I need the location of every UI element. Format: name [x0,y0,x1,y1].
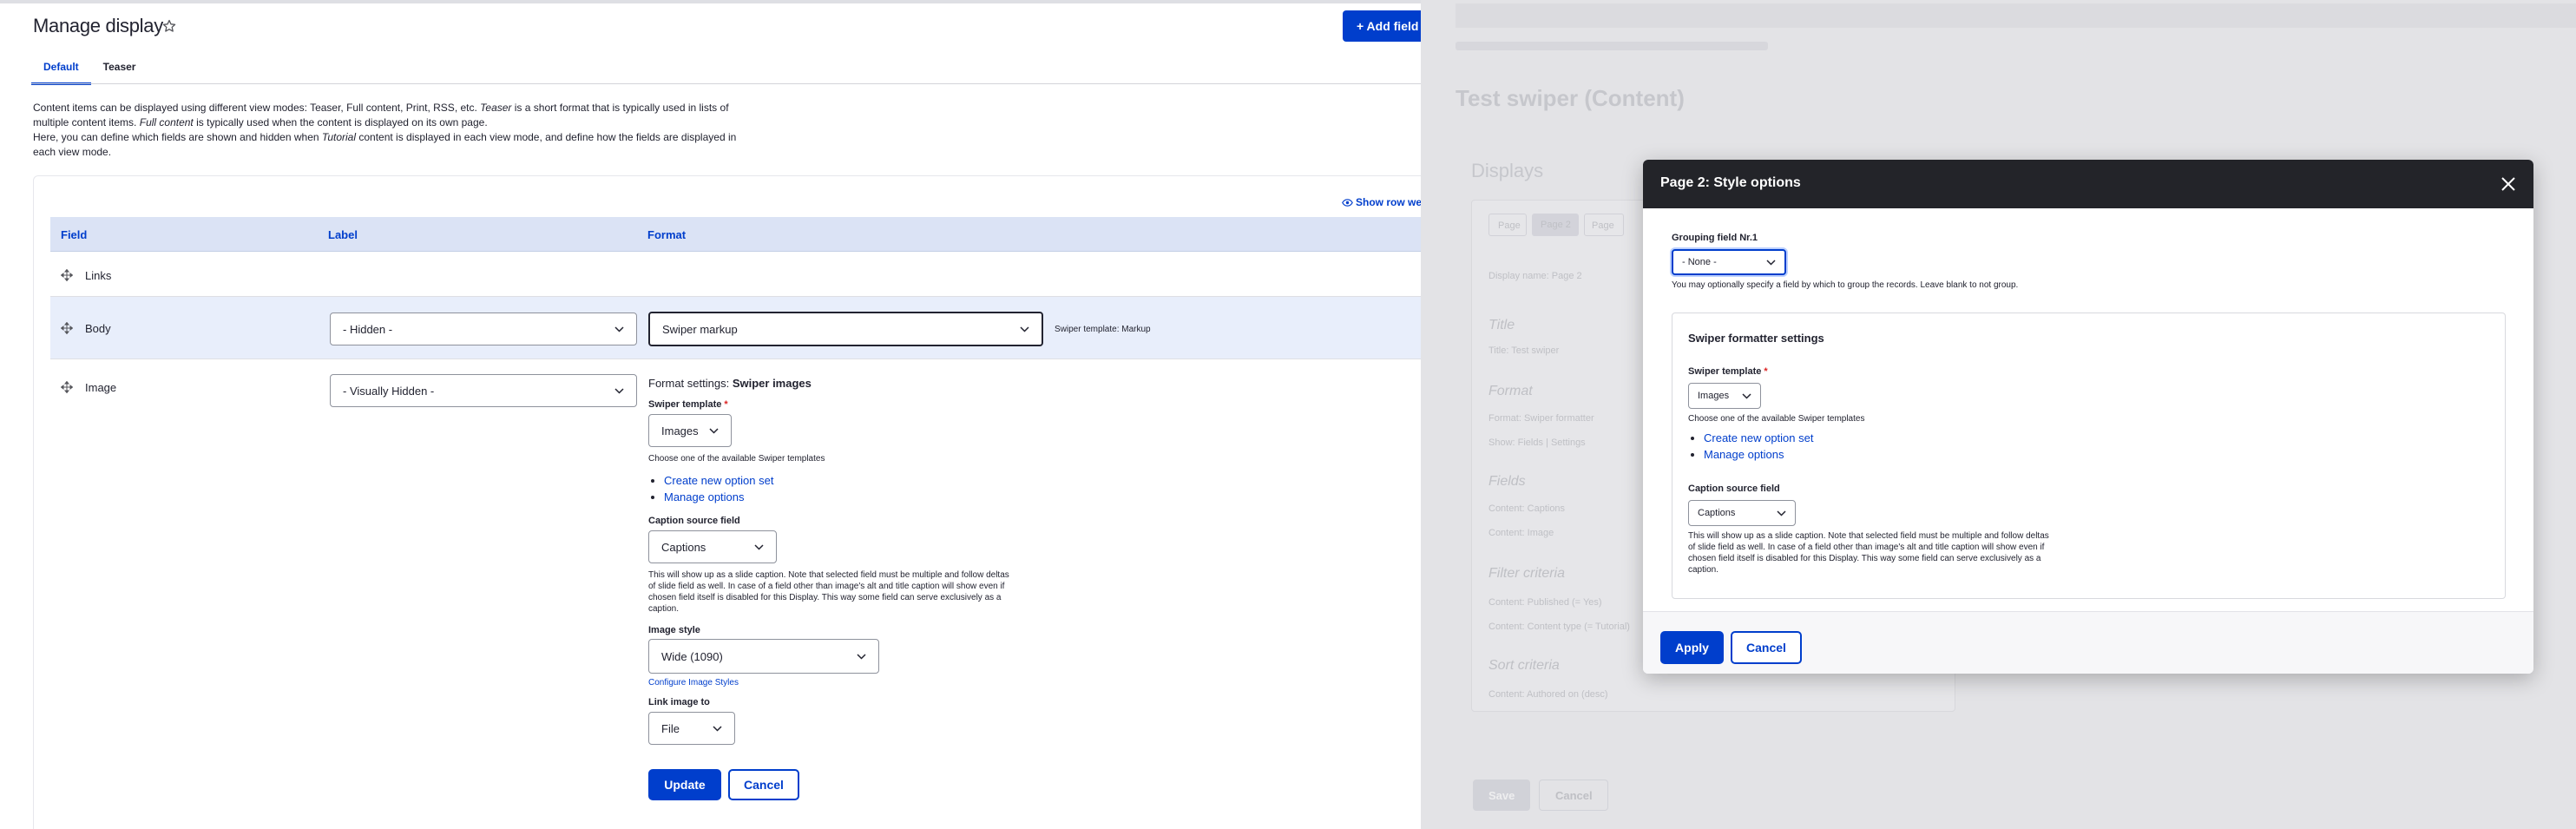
chevron-down-icon [614,387,624,394]
tab-default[interactable]: Default [31,54,91,85]
swiper-template-description: Choose one of the available Swiper templ… [648,454,825,464]
toolbar-strip [0,0,1421,3]
create-option-set-link[interactable]: Create new option set [664,474,773,487]
cancel-button[interactable]: Cancel [1731,631,1802,664]
caption-source-description: This will show up as a slide caption. No… [648,570,1009,614]
chevron-down-icon [1020,326,1029,332]
add-field-button[interactable]: + Add field [1343,10,1421,42]
chevron-down-icon [1766,259,1776,266]
field-name-links: Links [85,269,112,282]
swiper-template-select[interactable]: Images [648,414,732,447]
update-button[interactable]: Update [648,769,721,800]
show-row-weights-link[interactable]: Show row wei [1342,196,1421,208]
drag-handle-icon[interactable] [61,322,73,334]
body-format-summary: Swiper template: Markup [1055,325,1151,334]
image-label-select[interactable]: - Visually Hidden - [330,374,637,407]
image-style-label: Image style [648,625,700,635]
drag-handle-icon[interactable] [61,269,73,281]
page-title: Manage display [33,15,163,36]
column-header-field: Field [61,228,88,241]
manage-display-page: Manage display + Add field Default Tease… [0,0,1421,829]
tab-teaser[interactable]: Teaser [91,54,148,85]
required-marker: * [724,399,728,410]
chevron-down-icon [1777,510,1786,516]
body-format-select[interactable]: Swiper markup [648,312,1043,346]
chevron-down-icon [709,427,719,434]
manage-options-link[interactable]: Manage options [664,490,745,503]
star-icon[interactable] [162,19,176,33]
grouping-field-label: Grouping field Nr.1 [1672,233,1758,243]
fieldset-title: Swiper formatter settings [1688,332,1824,345]
view-mode-tabs: Default Teaser [31,54,148,85]
cancel-button[interactable]: Cancel [728,769,799,800]
caption-source-select[interactable]: Captions [648,530,777,563]
option-links: Create new option set Manage options [648,472,773,505]
caption-source-select[interactable]: Captions [1688,500,1796,526]
field-name-image: Image [85,381,117,394]
swiper-template-label: Swiper template * [648,399,728,410]
swiper-template-select[interactable]: Images [1688,383,1761,409]
link-image-label: Link image to [648,697,710,707]
caption-source-label: Caption source field [648,516,740,526]
drag-handle-icon[interactable] [61,381,73,393]
create-option-set-link[interactable]: Create new option set [1704,431,1813,444]
chevron-down-icon [713,725,722,732]
chevron-down-icon [1742,392,1751,399]
apply-button[interactable]: Apply [1660,631,1724,664]
link-image-select[interactable]: File [648,712,735,745]
grouping-field-select[interactable]: - None - [1672,249,1786,275]
image-style-select[interactable]: Wide (1090) [648,639,879,674]
option-links: Create new option set Manage options [1688,430,1813,463]
format-settings-title: Format settings: Swiper images [648,377,812,390]
column-header-format: Format [647,228,687,241]
dialog-title: Page 2: Style options [1660,175,1801,190]
chevron-down-icon [754,543,764,550]
table-row: Links [50,253,1421,297]
body-label-select[interactable]: - Hidden - [330,313,637,345]
caption-source-label: Caption source field [1688,484,1780,494]
table-header: Field Label Format [50,217,1421,252]
tabs-divider [31,83,1421,84]
chevron-down-icon [614,326,624,332]
column-header-label: Label [328,228,358,241]
intro-text: Content items can be displayed using dif… [33,102,737,158]
close-icon[interactable] [2500,176,2516,192]
dialog-header: Page 2: Style options [1643,160,2533,208]
manage-options-link[interactable]: Manage options [1704,448,1784,461]
required-marker: * [1764,366,1768,377]
field-name-body: Body [85,322,111,335]
caption-source-description: This will show up as a slide caption. No… [1688,531,2049,575]
style-options-dialog: Page 2: Style options Grouping field Nr.… [1643,160,2533,674]
eye-icon [1342,199,1353,207]
swiper-template-description: Choose one of the available Swiper templ… [1688,414,1865,424]
grouping-field-description: You may optionally specify a field by wh… [1672,280,2019,290]
swiper-template-label: Swiper template * [1688,366,1768,377]
chevron-down-icon [857,653,866,660]
configure-image-styles-link[interactable]: Configure Image Styles [648,678,739,688]
